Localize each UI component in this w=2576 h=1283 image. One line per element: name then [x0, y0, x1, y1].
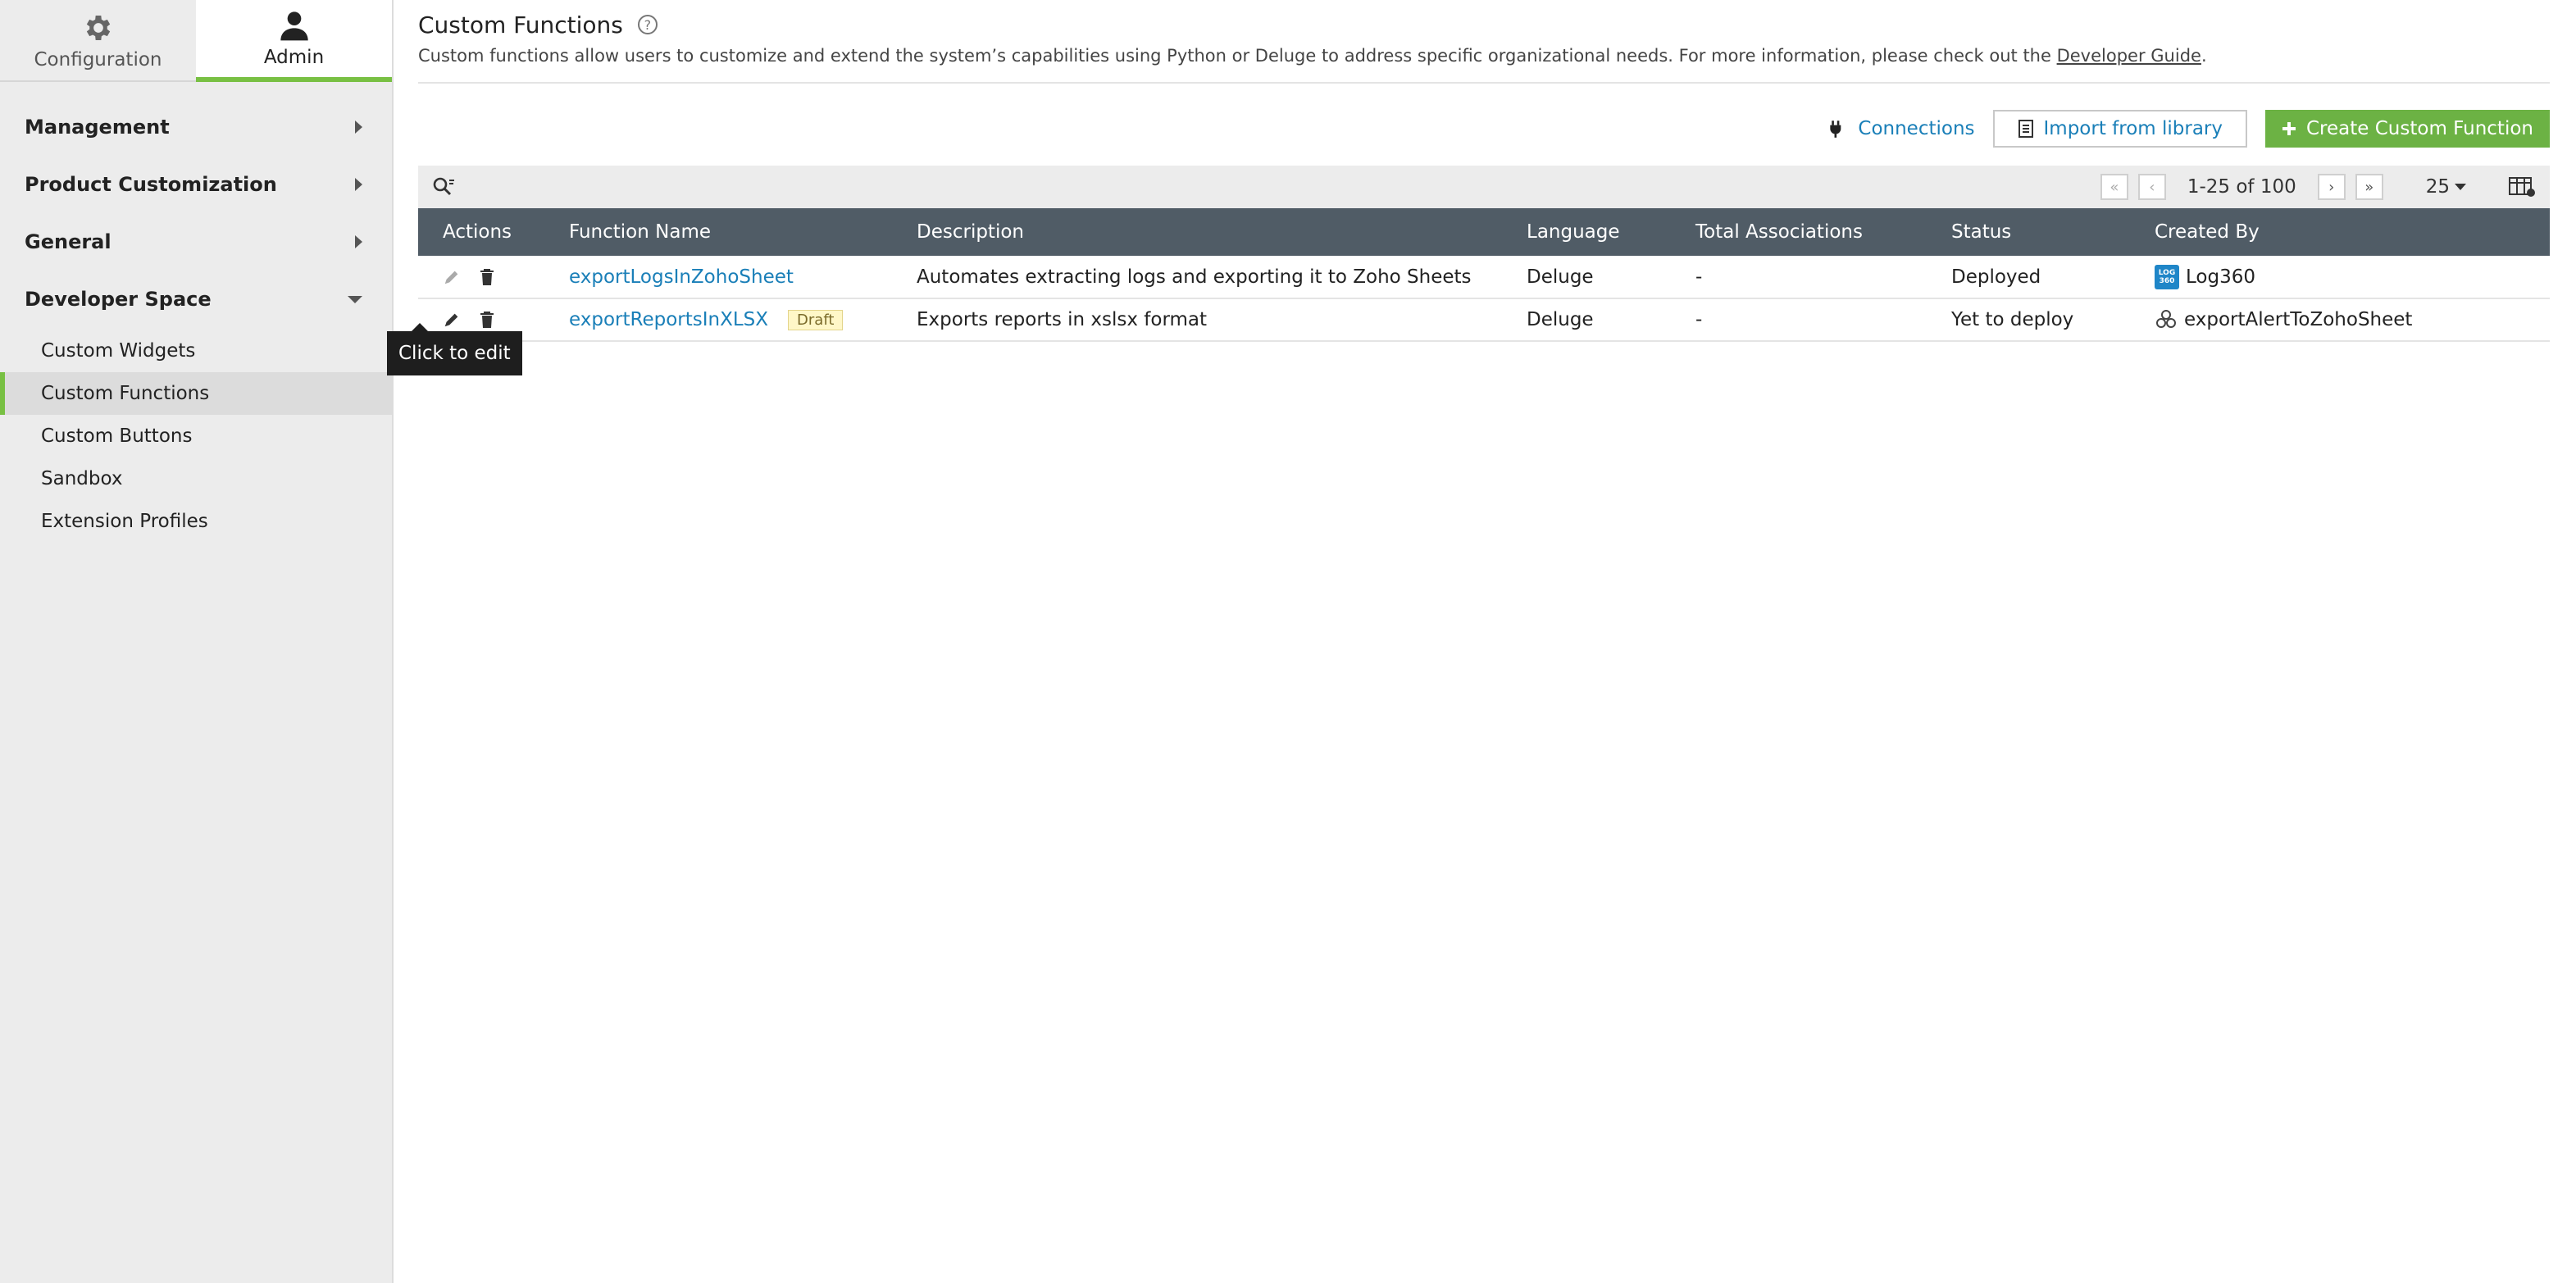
per-page-select[interactable]: 25: [2426, 176, 2466, 198]
col-header-created-by[interactable]: Created By: [2130, 208, 2550, 256]
status-cell: Deployed: [1951, 266, 2041, 288]
draft-badge: Draft: [788, 310, 844, 330]
log360-logo-icon: LOG 360: [2155, 264, 2179, 289]
sidebar-section-label: General: [25, 230, 112, 253]
help-icon[interactable]: ?: [637, 15, 658, 34]
import-from-library-button[interactable]: Import from library: [1992, 110, 2247, 148]
status-cell: Yet to deploy: [1951, 309, 2074, 330]
col-header-language[interactable]: Language: [1502, 208, 1671, 256]
chevron-down-icon: [2455, 184, 2466, 190]
sidebar-nav: Management Product Customization General…: [0, 82, 392, 543]
connections-button[interactable]: Connections: [1827, 118, 1975, 139]
create-custom-function-button[interactable]: Create Custom Function: [2265, 110, 2550, 148]
description-text: Custom functions allow users to customiz…: [418, 46, 2057, 66]
associations-cell: -: [1695, 309, 1703, 330]
edit-icon[interactable]: [443, 311, 461, 329]
title-row: Custom Functions ?: [418, 10, 2550, 39]
page-title: Custom Functions: [418, 11, 623, 39]
sidebar-item-sandbox[interactable]: Sandbox: [0, 457, 392, 500]
developer-guide-link[interactable]: Developer Guide: [2057, 46, 2201, 66]
edit-tooltip: Click to edit: [387, 323, 522, 375]
page-description: Custom functions allow users to customiz…: [418, 46, 2550, 71]
table-header-row: Actions Function Name Description Langua…: [418, 208, 2550, 256]
sidebar-section-developer-space[interactable]: Developer Space: [0, 271, 392, 328]
function-name-cell: exportReportsInXLSX Draft: [544, 298, 892, 341]
delete-icon[interactable]: [479, 268, 495, 286]
library-icon: [2018, 120, 2033, 138]
tab-admin[interactable]: Admin: [196, 0, 392, 82]
user-icon: [280, 11, 308, 41]
description-cell: Automates extracting logs and exporting …: [917, 266, 1472, 288]
caret-right-icon: [355, 178, 362, 191]
col-header-function-name[interactable]: Function Name: [544, 208, 892, 256]
sidebar-section-general[interactable]: General: [0, 213, 392, 271]
main-content: Custom Functions ? Custom functions allo…: [418, 0, 2550, 342]
sidebar-section-label: Product Customization: [25, 173, 277, 196]
edit-icon[interactable]: [443, 268, 461, 286]
functions-table: Actions Function Name Description Langua…: [418, 208, 2550, 342]
search-filter-icon[interactable]: [431, 175, 457, 198]
created-by-name: exportAlertToZohoSheet: [2184, 309, 2413, 330]
description-end: .: [2201, 46, 2207, 66]
plug-icon: [1830, 121, 1841, 138]
language-cell: Deluge: [1527, 309, 1594, 330]
created-by-cell: LOG 360 Log360: [2130, 256, 2550, 298]
prev-page-icon[interactable]: ‹: [2137, 174, 2166, 200]
page-range: 1-25 of 100: [2187, 176, 2296, 198]
associations-cell: -: [1695, 266, 1703, 288]
pager: « ‹ 1-25 of 100 › » 25: [2100, 174, 2537, 200]
column-settings-icon[interactable]: [2509, 175, 2537, 198]
sidebar-section-product-customization[interactable]: Product Customization: [0, 156, 392, 213]
gear-icon: [86, 16, 110, 40]
caret-right-icon: [355, 235, 362, 248]
per-page-value: 25: [2425, 176, 2450, 198]
import-label: Import from library: [2043, 118, 2223, 139]
top-tabs: Configuration Admin: [0, 0, 392, 82]
col-header-status[interactable]: Status: [1927, 208, 2130, 256]
developer-space-items: Custom Widgets Custom Functions Custom B…: [0, 328, 392, 543]
sidebar-item-custom-widgets[interactable]: Custom Widgets: [0, 330, 392, 372]
table-row: exportLogsInZohoSheet Automates extracti…: [418, 256, 2550, 298]
sidebar-section-management[interactable]: Management: [0, 98, 392, 156]
tab-admin-label: Admin: [263, 47, 325, 68]
col-header-actions: Actions: [443, 221, 512, 243]
first-page-icon[interactable]: «: [2100, 174, 2128, 200]
action-row: Connections Import from library Create C…: [418, 110, 2550, 148]
created-by-name: Log360: [2186, 266, 2255, 288]
col-header-total-associations[interactable]: Total Associations: [1671, 208, 1927, 256]
tab-configuration-label: Configuration: [34, 49, 162, 71]
extension-icon: [2156, 310, 2176, 328]
sidebar: Configuration Admin Management Product C…: [0, 0, 394, 1283]
create-label: Create Custom Function: [2306, 118, 2533, 139]
plus-icon: [2282, 122, 2296, 135]
col-header-description[interactable]: Description: [892, 208, 1502, 256]
tab-configuration[interactable]: Configuration: [0, 0, 196, 82]
sidebar-section-label: Developer Space: [25, 288, 212, 311]
caret-right-icon: [355, 121, 362, 134]
sidebar-item-custom-buttons[interactable]: Custom Buttons: [0, 415, 392, 457]
caret-down-icon: [348, 295, 362, 303]
function-name-link[interactable]: exportReportsInXLSX: [569, 309, 768, 330]
function-name-cell: exportLogsInZohoSheet: [544, 256, 892, 298]
divider: [418, 82, 2550, 84]
next-page-icon[interactable]: ›: [2317, 174, 2346, 200]
description-cell: Exports reports in xslsx format: [917, 309, 1208, 330]
function-name-link[interactable]: exportLogsInZohoSheet: [569, 266, 794, 288]
table-toolbar: « ‹ 1-25 of 100 › » 25: [418, 166, 2550, 208]
created-by-cell: exportAlertToZohoSheet: [2130, 298, 2550, 341]
connections-label: Connections: [1858, 118, 1975, 139]
language-cell: Deluge: [1527, 266, 1594, 288]
sidebar-item-extension-profiles[interactable]: Extension Profiles: [0, 500, 392, 543]
delete-icon[interactable]: [479, 311, 495, 329]
row-actions: [418, 256, 544, 298]
sidebar-section-label: Management: [25, 116, 170, 139]
sidebar-item-custom-functions[interactable]: Custom Functions: [0, 372, 392, 415]
last-page-icon[interactable]: »: [2355, 174, 2383, 200]
table-row: exportReportsInXLSX Draft Exports reports…: [418, 298, 2550, 341]
